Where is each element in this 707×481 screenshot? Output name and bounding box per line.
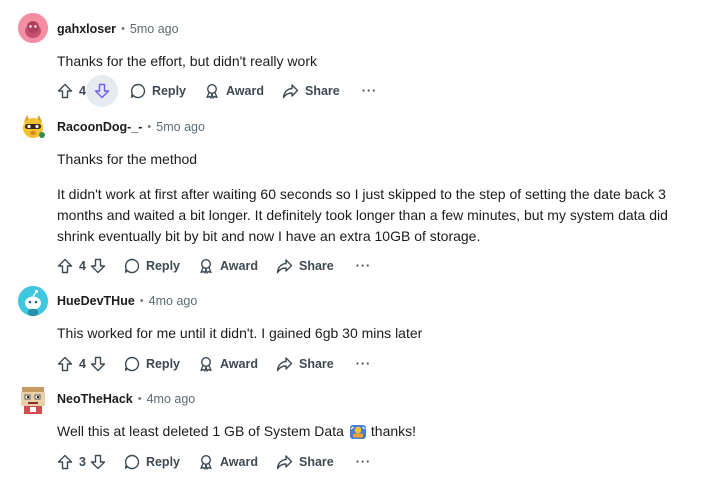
snoo-avatar-icon — [18, 286, 48, 316]
comment-meta: RacoonDog-_- • 5mo ago — [57, 120, 205, 134]
award-icon — [198, 258, 214, 274]
comment-actions: 3 Reply Award Share ··· — [57, 447, 371, 477]
username[interactable]: HueDevTHue — [57, 294, 135, 308]
reply-button[interactable]: Reply — [124, 454, 180, 470]
downvote-button[interactable] — [85, 75, 118, 107]
reply-label: Reply — [145, 259, 180, 273]
comment-actions: 4 Reply Award Share ··· — [57, 75, 378, 107]
reply-button[interactable]: Reply — [130, 83, 186, 99]
comment-paragraph: Well this at least deleted 1 GB of Syste… — [57, 421, 697, 442]
share-label: Share — [298, 455, 334, 469]
comment-bubble-icon — [124, 258, 140, 274]
vote-count: 4 — [79, 357, 86, 371]
raccoon-avatar-icon — [18, 112, 48, 142]
award-icon — [198, 356, 214, 372]
reply-button[interactable]: Reply — [124, 356, 180, 372]
timestamp[interactable]: 4mo ago — [147, 392, 196, 406]
separator-dot: • — [121, 23, 125, 35]
reply-button[interactable]: Reply — [124, 258, 180, 274]
comment-text: thanks! — [370, 423, 417, 439]
comment-bubble-icon — [124, 454, 140, 470]
vote-count: 3 — [79, 455, 86, 469]
comment-actions: 4 Reply Award Share ··· — [57, 251, 371, 281]
separator-dot: • — [139, 295, 144, 307]
username[interactable]: RacoonDog-_- — [57, 120, 142, 134]
comment-actions: 4 Reply Award Share ··· — [57, 349, 371, 379]
comment-body: Well this at least deleted 1 GB of Syste… — [57, 421, 697, 442]
more-options-button[interactable]: ··· — [362, 84, 378, 98]
timestamp[interactable]: 4mo ago — [149, 294, 198, 308]
award-label: Award — [220, 357, 258, 371]
share-button[interactable]: Share — [276, 356, 334, 372]
comment-paragraph: It didn't work at first after waiting 60… — [57, 186, 668, 244]
vote-group: 4 — [57, 75, 118, 107]
share-icon — [276, 454, 293, 470]
award-icon — [204, 83, 220, 99]
reply-label: Reply — [145, 455, 180, 469]
share-label: Share — [298, 259, 334, 273]
award-icon — [198, 454, 214, 470]
more-options-button[interactable]: ··· — [356, 357, 372, 371]
share-label: Share — [298, 357, 334, 371]
vote-count: 4 — [79, 84, 86, 98]
avatar[interactable] — [18, 112, 48, 142]
comment-paragraph: This worked for me until it didn't. I ga… — [57, 325, 423, 341]
award-label: Award — [226, 84, 264, 98]
username[interactable]: gahxloser — [57, 22, 116, 36]
share-button[interactable]: Share — [276, 258, 334, 274]
more-options-button[interactable]: ··· — [356, 259, 372, 273]
share-icon — [276, 258, 293, 274]
downvote-icon[interactable] — [90, 258, 106, 274]
vote-count: 4 — [79, 259, 86, 273]
vote-group: 4 — [57, 356, 106, 372]
avatar[interactable] — [18, 384, 48, 414]
reply-label: Reply — [151, 84, 186, 98]
reply-label: Reply — [145, 357, 180, 371]
vote-group: 3 — [57, 454, 106, 470]
award-button[interactable]: Award — [198, 454, 258, 470]
share-button[interactable]: Share — [282, 83, 340, 99]
share-icon — [276, 356, 293, 372]
vote-group: 4 — [57, 258, 106, 274]
downvote-icon — [94, 83, 110, 99]
separator-dot: • — [137, 393, 142, 405]
comment-meta: HueDevTHue • 4mo ago — [57, 294, 197, 308]
comment-paragraph: Thanks for the effort, but didn't really… — [57, 53, 317, 69]
timestamp[interactable]: 5mo ago — [156, 120, 205, 134]
pixel-avatar-icon — [18, 384, 48, 414]
emoji-icon — [349, 423, 367, 441]
snoo-avatar-icon — [18, 13, 48, 43]
comment-text: Well this at least deleted 1 GB of Syste… — [57, 423, 344, 439]
award-button[interactable]: Award — [204, 83, 264, 99]
separator-dot: • — [147, 121, 152, 133]
timestamp[interactable]: 5mo ago — [130, 22, 179, 36]
downvote-icon[interactable] — [90, 454, 106, 470]
comment-body: Thanks for the method It didn't work at … — [57, 149, 697, 247]
upvote-icon[interactable] — [57, 83, 73, 99]
upvote-icon[interactable] — [57, 454, 73, 470]
award-button[interactable]: Award — [198, 258, 258, 274]
comment-body: Thanks for the effort, but didn't really… — [57, 51, 697, 72]
comment-meta: NeoTheHack • 4mo ago — [57, 392, 195, 406]
share-label: Share — [304, 84, 340, 98]
more-options-button[interactable]: ··· — [356, 455, 372, 469]
award-label: Award — [220, 455, 258, 469]
avatar[interactable] — [18, 286, 48, 316]
username[interactable]: NeoTheHack — [57, 392, 133, 406]
comment-body: This worked for me until it didn't. I ga… — [57, 323, 697, 344]
share-icon — [282, 83, 299, 99]
upvote-icon[interactable] — [57, 258, 73, 274]
upvote-icon[interactable] — [57, 356, 73, 372]
downvote-icon[interactable] — [90, 356, 106, 372]
comment-bubble-icon — [130, 83, 146, 99]
award-button[interactable]: Award — [198, 356, 258, 372]
comment-paragraph: Thanks for the method — [57, 151, 198, 167]
award-label: Award — [220, 259, 258, 273]
avatar[interactable] — [18, 13, 48, 43]
comment-meta: gahxloser • 5mo ago — [57, 22, 179, 36]
comment-bubble-icon — [124, 356, 140, 372]
share-button[interactable]: Share — [276, 454, 334, 470]
